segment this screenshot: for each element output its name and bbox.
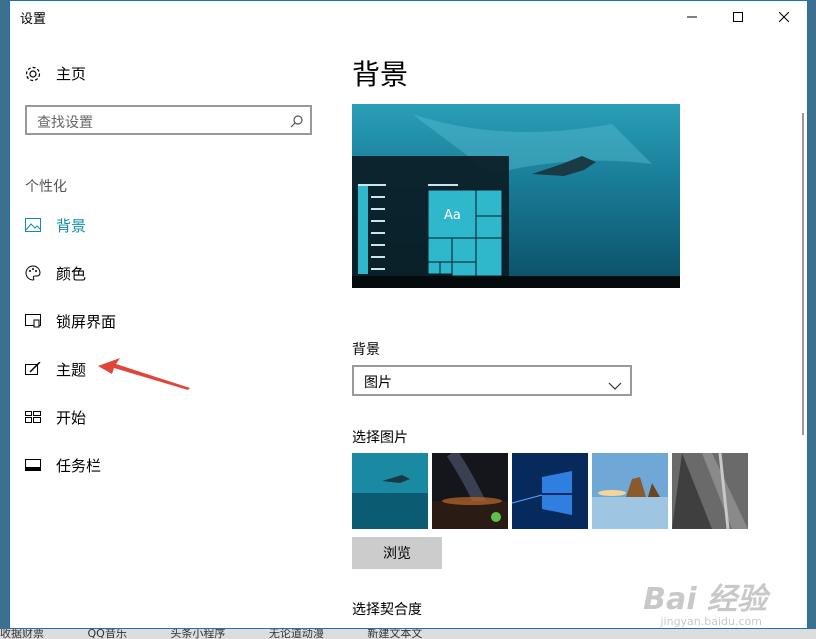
thumbnail-rock[interactable]	[672, 453, 748, 529]
maximize-icon	[733, 12, 743, 22]
chevron-down-icon	[608, 375, 622, 394]
background-dropdown-value: 图片	[364, 375, 392, 391]
gear-icon	[24, 65, 42, 83]
taskbar-strip: 收据财票 QQ音乐 头条小程序 无论道动漫 新建文本文	[0, 629, 816, 639]
search-input[interactable]: 查找设置	[25, 105, 312, 135]
thumbnail-windows[interactable]	[512, 453, 588, 529]
annotation-arrow-icon	[98, 358, 190, 390]
thumbnail-beach[interactable]	[592, 453, 668, 529]
sidebar-item-colors[interactable]: 颜色	[24, 261, 86, 285]
search-icon[interactable]	[290, 113, 304, 132]
sidebar-item-taskbar[interactable]: 任务栏	[24, 453, 101, 477]
taskbar-item[interactable]: 收据财票	[0, 629, 44, 639]
thumbnail-underwater[interactable]	[352, 453, 428, 529]
sidebar-item-label: 背景	[56, 216, 87, 235]
maximize-button[interactable]	[715, 1, 761, 33]
watermark: Bai 经验	[643, 582, 767, 617]
main-content: 背景 Aa 背景 图片 选择图片 浏览 选择契合度	[352, 33, 792, 628]
sidebar-item-lockscreen[interactable]: 锁屏界面	[24, 309, 116, 333]
taskbar-item[interactable]: 头条小程序	[170, 629, 225, 639]
watermark-url: jingyan.baidu.com	[660, 615, 762, 628]
preview-tile-text: Aa	[444, 208, 461, 223]
theme-icon	[24, 360, 42, 378]
sidebar-item-label: 主页	[56, 65, 87, 83]
background-preview: Aa	[352, 104, 680, 288]
sidebar-item-themes[interactable]: 主题	[24, 357, 86, 381]
sidebar: 主页 查找设置 个性化 背景 颜色 锁屏界面 主题 开始 任务栏	[10, 33, 330, 628]
start-icon	[24, 408, 42, 426]
close-button[interactable]	[761, 1, 807, 33]
title-bar[interactable]: 设置	[10, 1, 807, 33]
sidebar-item-label: 开始	[56, 408, 87, 427]
sidebar-item-label: 锁屏界面	[56, 312, 117, 331]
picture-icon	[24, 216, 42, 234]
background-label: 背景	[352, 342, 380, 358]
picture-thumbnails	[352, 453, 748, 529]
sidebar-item-home[interactable]: 主页	[24, 63, 86, 84]
choose-picture-label: 选择图片	[352, 430, 408, 446]
background-dropdown[interactable]: 图片	[352, 365, 632, 396]
fit-label: 选择契合度	[352, 602, 422, 618]
desktop-left-edge	[0, 0, 9, 639]
minimize-icon	[687, 16, 697, 18]
taskbar-icon	[24, 456, 42, 474]
close-icon	[779, 12, 789, 22]
desktop-right-edge	[808, 0, 816, 639]
page-title: 背景	[352, 58, 409, 91]
lockscreen-icon	[24, 312, 42, 330]
sidebar-item-label: 任务栏	[56, 456, 102, 475]
minimize-button[interactable]	[669, 1, 715, 33]
scrollbar[interactable]	[802, 113, 804, 435]
section-label: 个性化	[25, 179, 67, 195]
taskbar-item[interactable]: 无论道动漫	[269, 629, 324, 639]
sidebar-item-label: 主题	[56, 360, 87, 379]
sidebar-item-background[interactable]: 背景	[24, 213, 86, 237]
sidebar-item-label: 颜色	[56, 264, 87, 283]
sidebar-item-start[interactable]: 开始	[24, 405, 86, 429]
thumbnail-night-sky[interactable]	[432, 453, 508, 529]
browse-button[interactable]: 浏览	[352, 537, 442, 569]
window-title: 设置	[20, 12, 47, 27]
palette-icon	[24, 264, 42, 282]
taskbar-item[interactable]: QQ音乐	[88, 629, 127, 639]
search-placeholder: 查找设置	[37, 115, 93, 131]
settings-window: 设置 主页 查找设置 个性化 背景 颜色 锁屏界面 主题 开始 任务栏 背景 A…	[9, 0, 808, 629]
taskbar-item[interactable]: 新建文本文	[367, 629, 422, 639]
